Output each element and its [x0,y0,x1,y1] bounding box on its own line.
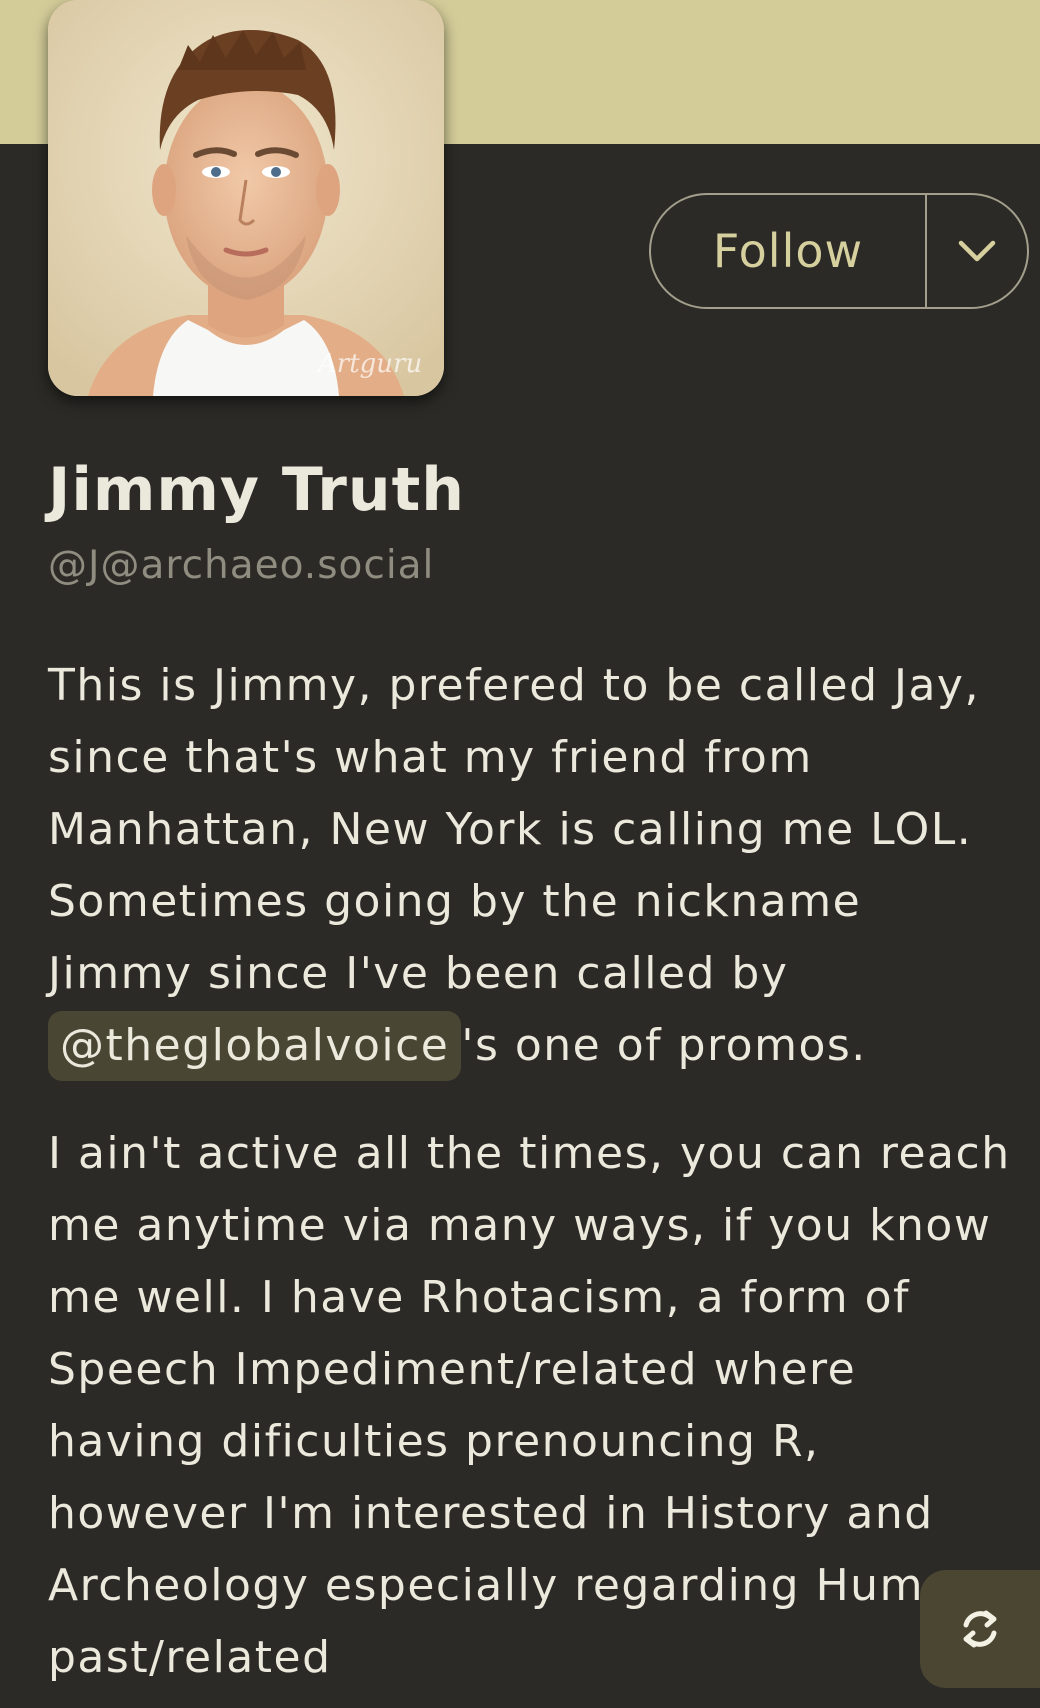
bio-line: me anytime via many ways, if you know [48,1200,992,1251]
bio-line: however I'm interested in History and [48,1488,934,1539]
bio-line: me well. I have Rhotacism, a form of [48,1272,911,1323]
follow-options-button[interactable] [927,195,1027,307]
bio-line: having dificulties prenouncing R, [48,1416,820,1467]
bio-line: Archeology especially regarding Human [48,1560,982,1611]
account-handle: @J@archaeo.social [48,543,435,588]
bio-line: past/related [48,1632,332,1683]
bio-line: Sometimes going by the nickname [48,876,862,927]
mention-link[interactable]: @theglobalvoice [48,1011,462,1081]
chevron-down-icon [958,240,996,262]
follow-button-group: Follow [649,193,1029,309]
avatar[interactable]: Artguru [48,0,444,396]
bio-line: @theglobalvoice's one of promos. [48,1010,1028,1082]
bio-text: 's one of promos. [461,1020,867,1071]
bio-line: Jimmy since I've been called by [48,948,789,999]
bio-line: since that's what my friend from [48,732,813,783]
bio-line: Speech Impediment/related where [48,1344,857,1395]
profile-bio: This is Jimmy, prefered to be called Jay… [48,650,1028,1694]
follow-button[interactable]: Follow [651,195,927,307]
bio-line: I ain't active all the times, you can re… [48,1128,1011,1179]
avatar-portrait: Artguru [48,0,444,396]
bio-line: This is Jimmy, prefered to be called Jay… [48,660,980,711]
display-name: Jimmy Truth [48,455,465,525]
bio-line: Manhattan, New York is calling me LOL. [48,804,973,855]
avatar-watermark: Artguru [316,349,422,379]
refresh-icon [963,1610,997,1648]
refresh-button[interactable] [920,1570,1040,1688]
profile-page: Artguru Follow Jimmy Truth @J@archaeo.so… [0,0,1040,1708]
